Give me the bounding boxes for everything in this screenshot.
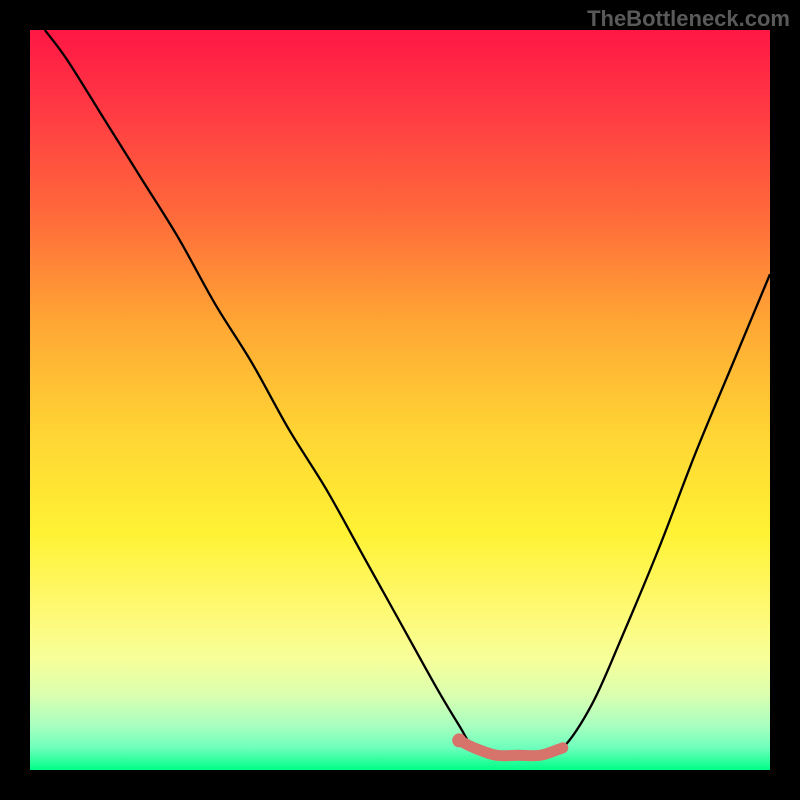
mismatch-curve-svg	[30, 30, 770, 770]
optimal-point-dot	[452, 733, 466, 747]
optimal-range-highlight	[459, 740, 563, 755]
watermark-text: TheBottleneck.com	[587, 6, 790, 32]
mismatch-curve	[45, 30, 770, 756]
plot-area	[30, 30, 770, 770]
highlight-svg	[30, 30, 770, 770]
